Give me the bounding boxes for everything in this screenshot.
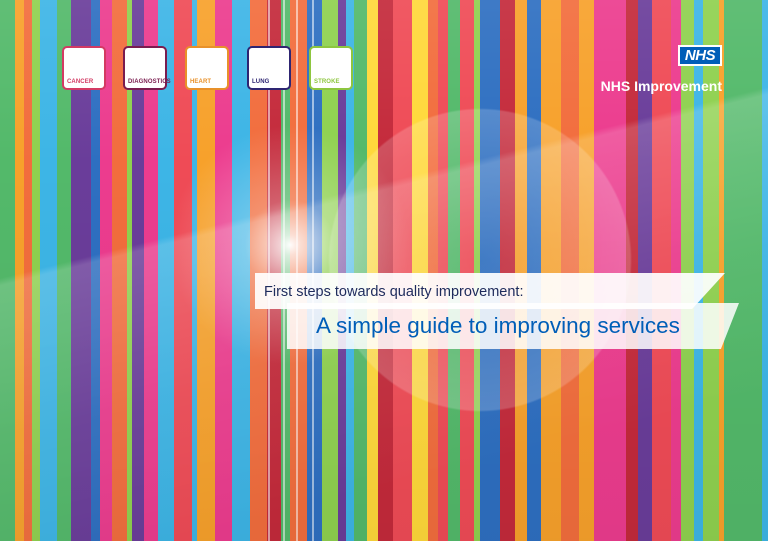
cover-title: A simple guide to improving services [316, 313, 680, 338]
stripe [515, 0, 527, 541]
cover-subtitle: First steps towards quality improvement: [264, 284, 524, 300]
specialty-tile-lung: LUNG [247, 46, 291, 90]
specialty-label: DIAGNOSTICS [128, 79, 171, 85]
stripe [724, 0, 744, 541]
specialty-label: STROKE [314, 79, 340, 85]
nhs-logo: NHS [678, 45, 722, 66]
stripe [0, 0, 15, 541]
stripe [40, 0, 57, 541]
specialty-label: CANCER [67, 79, 94, 85]
document-cover: CANCER DIAGNOSTICS HEART LUNG STROKE NHS… [0, 0, 768, 541]
specialty-label: HEART [190, 79, 212, 85]
specialty-tile-heart: HEART [185, 46, 229, 90]
stripe [579, 0, 594, 541]
specialty-tile-cancer: CANCER [62, 46, 106, 90]
stripe [438, 0, 448, 541]
stripe [460, 0, 474, 541]
stripe [290, 0, 307, 541]
stripe [15, 0, 24, 541]
stripe [378, 0, 393, 541]
stripe [428, 0, 438, 541]
stripe [354, 0, 367, 541]
stripe [474, 0, 480, 541]
nhs-logo-text: NHS [680, 47, 720, 64]
stripe [412, 0, 428, 541]
organisation-name: NHS Improvement [600, 78, 722, 94]
stripe [32, 0, 40, 541]
stripe [393, 0, 412, 541]
stripe [561, 0, 579, 541]
stripe [112, 0, 121, 541]
stripe [448, 0, 460, 541]
stripe [367, 0, 378, 541]
stripe [744, 0, 762, 541]
stripe [527, 0, 541, 541]
specialty-tile-diagnostics: DIAGNOSTICS [123, 46, 171, 90]
stripe [24, 0, 32, 541]
specialty-label: LUNG [252, 79, 270, 85]
stripe [762, 0, 768, 541]
stripe [480, 0, 500, 541]
stripe [500, 0, 515, 541]
stripe-highlight [296, 0, 298, 541]
stripe [541, 0, 561, 541]
specialty-tile-stroke: STROKE [309, 46, 353, 90]
